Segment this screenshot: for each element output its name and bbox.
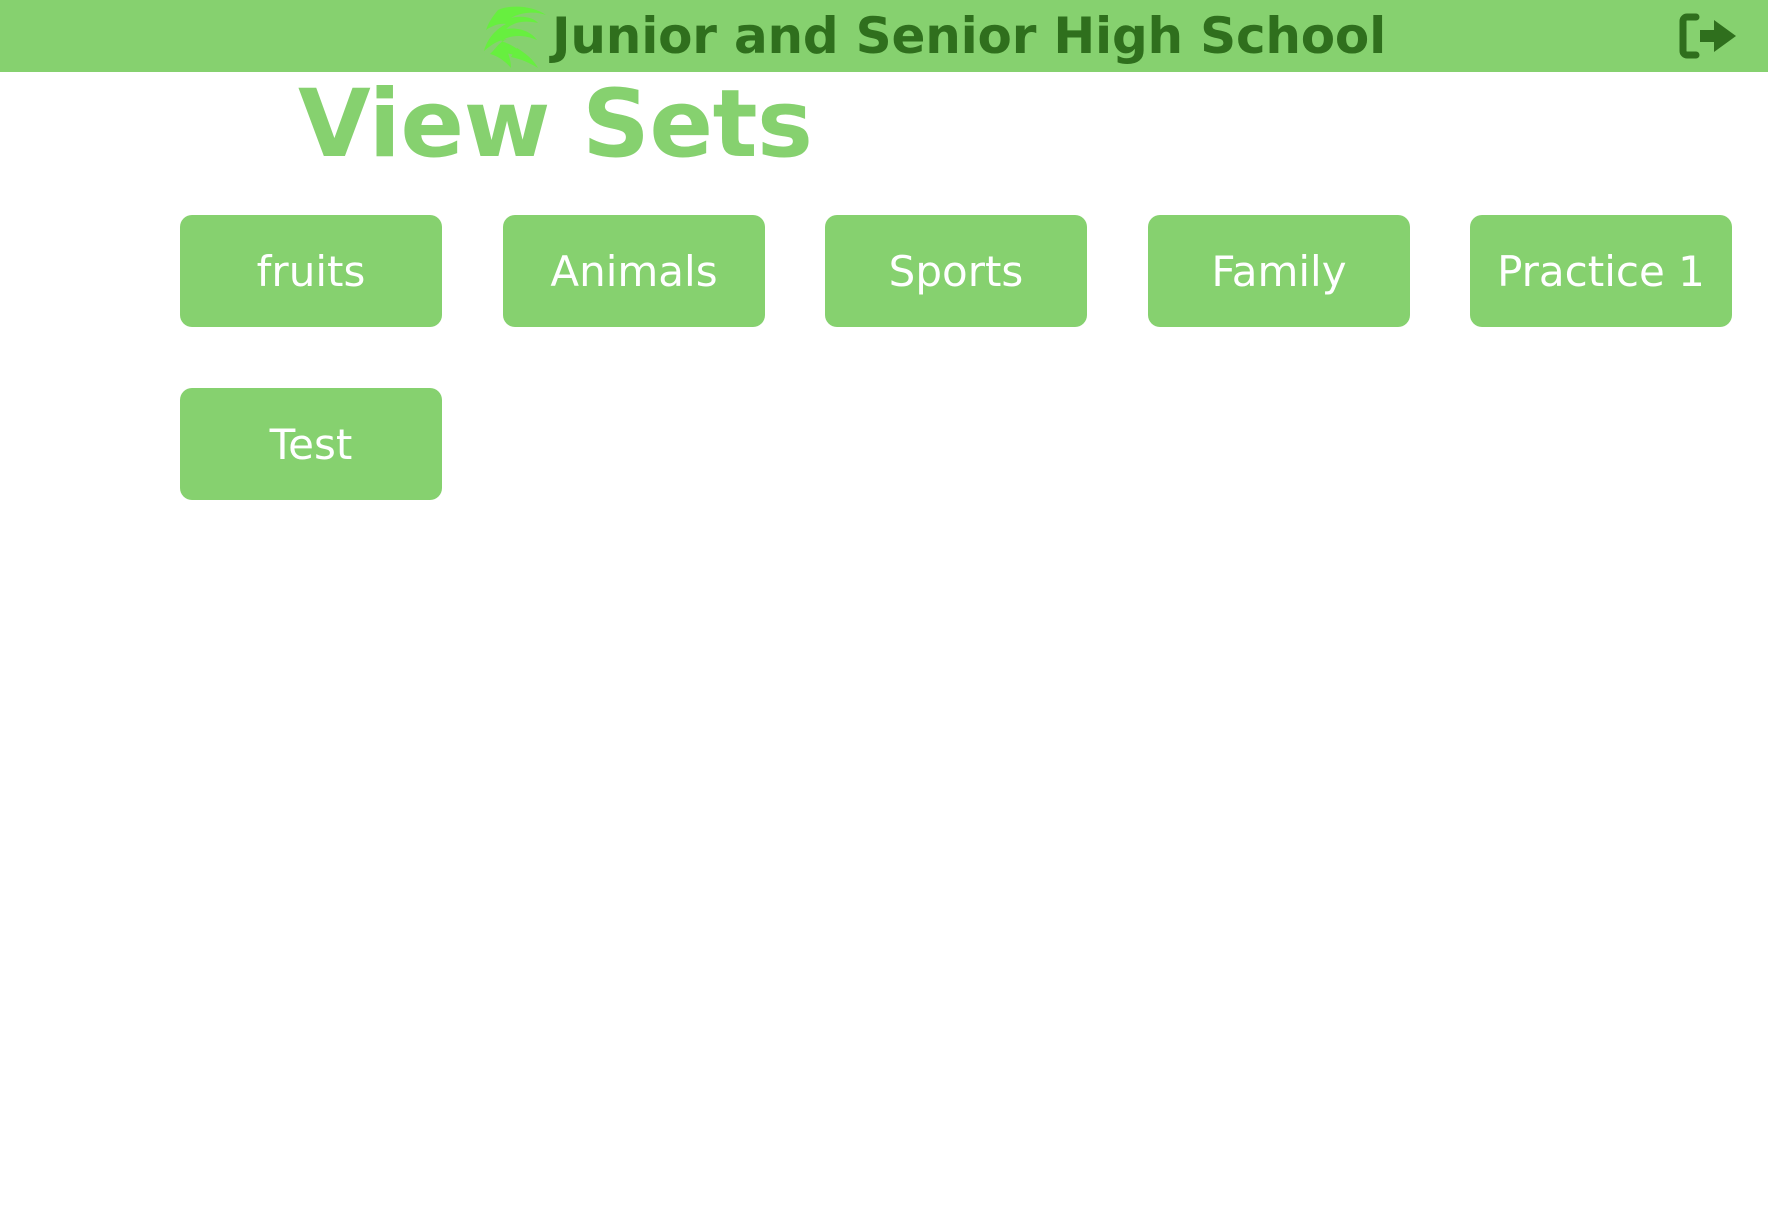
set-card-test[interactable]: Test: [180, 388, 442, 500]
set-card-practice-1[interactable]: Practice 1: [1470, 215, 1732, 327]
top-header: Junior and Senior High School: [0, 0, 1768, 72]
set-card-sports[interactable]: Sports: [825, 215, 1087, 327]
set-card-animals[interactable]: Animals: [503, 215, 765, 327]
school-logo-icon: [484, 6, 546, 68]
logout-button[interactable]: [1676, 8, 1744, 64]
set-card-fruits[interactable]: fruits: [180, 215, 442, 327]
school-title: Junior and Senior High School: [552, 7, 1387, 65]
set-card-family[interactable]: Family: [1148, 215, 1410, 327]
sign-out-icon: [1679, 13, 1736, 59]
brand: Junior and Senior High School: [476, 0, 1386, 72]
page-title: View Sets: [298, 70, 813, 179]
